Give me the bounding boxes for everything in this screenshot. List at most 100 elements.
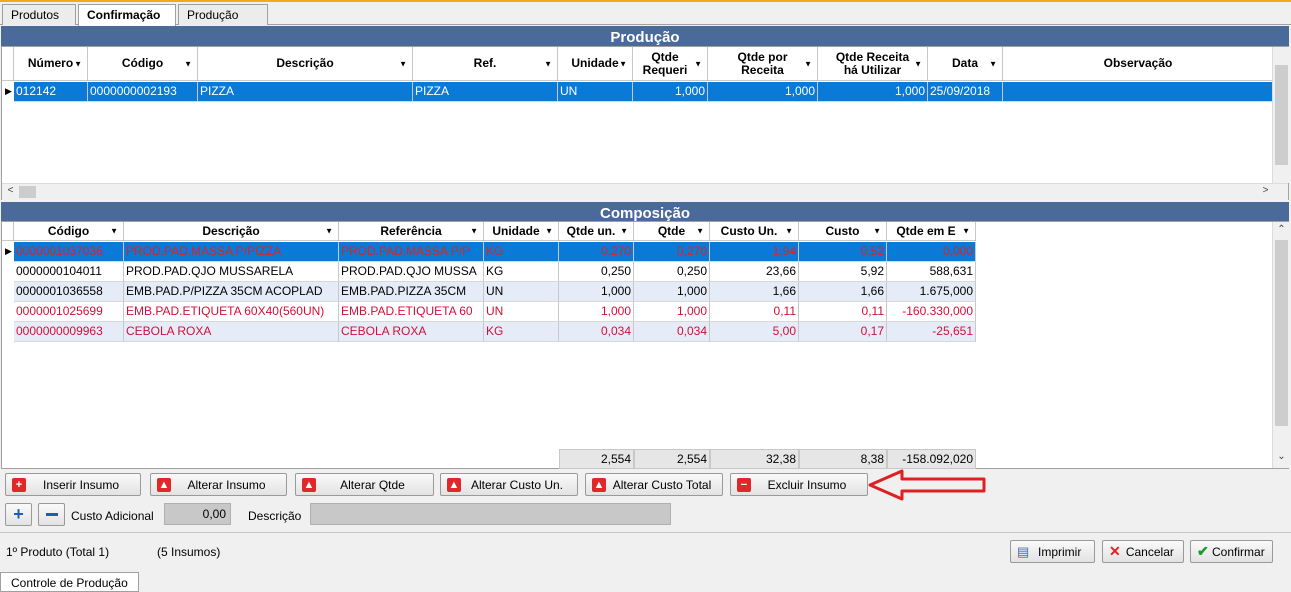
scroll-left-icon[interactable]: <: [2, 185, 19, 201]
insumos-count: (5 Insumos): [157, 545, 221, 559]
confirmar-button[interactable]: ✔ Confirmar: [1190, 540, 1273, 563]
chevron-down-icon[interactable]: ▼: [694, 57, 702, 70]
chevron-down-icon[interactable]: ▼: [470, 225, 478, 238]
table-row[interactable]: 0000000104011 PROD.PAD.QJO MUSSARELA PRO…: [14, 262, 976, 282]
table-row[interactable]: 0000001036558 EMB.PAD.P/PIZZA 35CM ACOPL…: [14, 282, 976, 302]
header-ref[interactable]: Ref. ▼: [413, 47, 558, 81]
chevron-down-icon[interactable]: ▼: [696, 225, 704, 238]
plus-icon: +: [12, 477, 26, 492]
alterar-custo-total-button[interactable]: ▲ Alterar Custo Total: [585, 473, 723, 496]
header-label: Unidade: [492, 223, 540, 238]
chevron-down-icon[interactable]: ▼: [989, 57, 997, 70]
producao-header-row: Número ▼ Código ▼ Descrição ▼ Ref. ▼ Unidade…: [2, 47, 1273, 81]
cell-codigo: 0000000002193: [88, 82, 198, 102]
chevron-down-icon[interactable]: ▼: [914, 57, 922, 70]
chevron-down-icon[interactable]: ▼: [74, 57, 82, 70]
edit-icon: ▲: [157, 477, 171, 492]
add-button[interactable]: +: [5, 503, 32, 526]
header-numero[interactable]: Número ▼: [14, 47, 88, 81]
table-row[interactable]: 0000001025699 EMB.PAD.ETIQUETA 60X40(560…: [14, 302, 976, 322]
row-pointer-icon: ▶: [5, 246, 12, 256]
edit-icon: ▲: [447, 477, 461, 492]
producao-grid: Número ▼ Código ▼ Descrição ▼ Ref. ▼ Unidade…: [1, 46, 1289, 200]
producao-vertical-scrollbar[interactable]: [1272, 47, 1289, 183]
header-qtde-em-e[interactable]: Qtde em E ▼: [887, 222, 976, 241]
producao-horizontal-scrollbar[interactable]: < >: [2, 183, 1288, 200]
cancelar-button[interactable]: ✕ Cancelar: [1102, 540, 1184, 563]
header-codigo[interactable]: Código ▼: [88, 47, 198, 81]
header-label: Referência: [380, 223, 442, 238]
remove-button[interactable]: [38, 503, 65, 526]
header-codigo[interactable]: Código ▼: [14, 222, 124, 241]
tab-confirmacao[interactable]: Confirmação: [78, 4, 176, 26]
cell-qtde-receita: 1,000: [818, 82, 928, 102]
header-observacao[interactable]: Observação: [1003, 47, 1273, 81]
cell-qtde-em-e: -25,651: [887, 322, 976, 342]
scroll-thumb[interactable]: [1275, 65, 1288, 165]
table-row[interactable]: 0000000009963 CEBOLA ROXA CEBOLA ROXA KG…: [14, 322, 976, 342]
tab-produtos[interactable]: Produtos: [2, 4, 76, 25]
chevron-down-icon[interactable]: ▼: [544, 57, 552, 70]
chevron-down-icon[interactable]: ▼: [545, 225, 553, 238]
cell-descricao: PIZZA: [198, 82, 413, 102]
header-qtde-receita[interactable]: Qtde Receita há Utilizar ▼: [818, 47, 928, 81]
chevron-down-icon[interactable]: ▼: [873, 225, 881, 238]
header-label: Qtde por Receita: [737, 49, 788, 77]
descricao-field[interactable]: [310, 503, 671, 525]
header-unidade[interactable]: Unidade ▼: [484, 222, 559, 241]
custo-adicional-field[interactable]: 0,00: [164, 503, 231, 525]
cell-qtde-em-e: 588,631: [887, 262, 976, 282]
scroll-thumb[interactable]: [19, 186, 36, 198]
cell-descricao: PROD.PAD.QJO MUSSARELA: [124, 262, 339, 282]
header-referencia[interactable]: Referência ▼: [339, 222, 484, 241]
composicao-title: Composição: [1, 202, 1289, 222]
chevron-down-icon[interactable]: ▼: [962, 225, 970, 238]
header-label: Qtde un.: [566, 223, 616, 238]
scroll-down-icon[interactable]: ⌄: [1273, 451, 1290, 467]
tab-producao[interactable]: Produção: [178, 4, 268, 25]
header-qtde[interactable]: Qtde ▼: [634, 222, 710, 241]
header-custo[interactable]: Custo ▼: [799, 222, 887, 241]
header-descricao[interactable]: Descrição ▼: [198, 47, 413, 81]
cell-numero: 012142: [14, 82, 88, 102]
chevron-down-icon[interactable]: ▼: [184, 57, 192, 70]
header-qtde-requeri[interactable]: Qtde Requeri ▼: [633, 47, 708, 81]
cell-observacao: [1003, 82, 1273, 102]
chevron-down-icon[interactable]: ▼: [619, 57, 627, 70]
cell-codigo: 0000001025699: [14, 302, 124, 322]
table-row[interactable]: 0000001037036 PROD.PAD.MASSA P/PIZZA PRO…: [14, 242, 976, 262]
scroll-right-icon[interactable]: >: [1257, 185, 1274, 201]
cell-qtde: 1,000: [634, 302, 710, 322]
header-descricao[interactable]: Descrição ▼: [124, 222, 339, 241]
chevron-down-icon[interactable]: ▼: [785, 225, 793, 238]
inserir-insumo-button[interactable]: + Inserir Insumo: [5, 473, 141, 496]
header-qtde-un[interactable]: Qtde un. ▼: [559, 222, 634, 241]
imprimir-button[interactable]: ▤ Imprimir: [1010, 540, 1095, 563]
alterar-insumo-button[interactable]: ▲ Alterar Insumo: [150, 473, 287, 496]
cell-descricao: PROD.PAD.MASSA P/PIZZA: [124, 242, 339, 262]
header-unidade[interactable]: Unidade ▼: [558, 47, 633, 81]
excluir-insumo-button[interactable]: − Excluir Insumo: [730, 473, 868, 496]
header-custo-un[interactable]: Custo Un. ▼: [710, 222, 799, 241]
chevron-down-icon[interactable]: ▼: [325, 225, 333, 238]
cell-descricao: EMB.PAD.P/PIZZA 35CM ACOPLAD: [124, 282, 339, 302]
header-label: Qtde: [657, 223, 686, 238]
chevron-down-icon[interactable]: ▼: [620, 225, 628, 238]
composicao-vertical-scrollbar[interactable]: ⌃ ⌄: [1272, 222, 1289, 468]
alterar-custo-un-button[interactable]: ▲ Alterar Custo Un.: [440, 473, 578, 496]
cell-custo: 0,11: [799, 302, 887, 322]
chevron-down-icon[interactable]: ▼: [110, 225, 118, 238]
chevron-down-icon[interactable]: ▼: [804, 57, 812, 70]
alterar-qtde-button[interactable]: ▲ Alterar Qtde: [295, 473, 434, 496]
tab-controle-producao[interactable]: Controle de Produção: [0, 572, 139, 592]
cell-qtde-em-e: 1.675,000: [887, 282, 976, 302]
scroll-thumb[interactable]: [1275, 240, 1288, 426]
chevron-down-icon[interactable]: ▼: [399, 57, 407, 70]
cell-custo: 0,52: [799, 242, 887, 262]
producao-row[interactable]: 012142 0000000002193 PIZZA PIZZA UN 1,00…: [14, 82, 1273, 102]
button-label: Confirmar: [1212, 544, 1265, 559]
cell-qtde-un: 1,000: [559, 282, 634, 302]
header-data[interactable]: Data ▼: [928, 47, 1003, 81]
scroll-up-icon[interactable]: ⌃: [1273, 224, 1290, 240]
header-qtde-por-receita[interactable]: Qtde por Receita ▼: [708, 47, 818, 81]
